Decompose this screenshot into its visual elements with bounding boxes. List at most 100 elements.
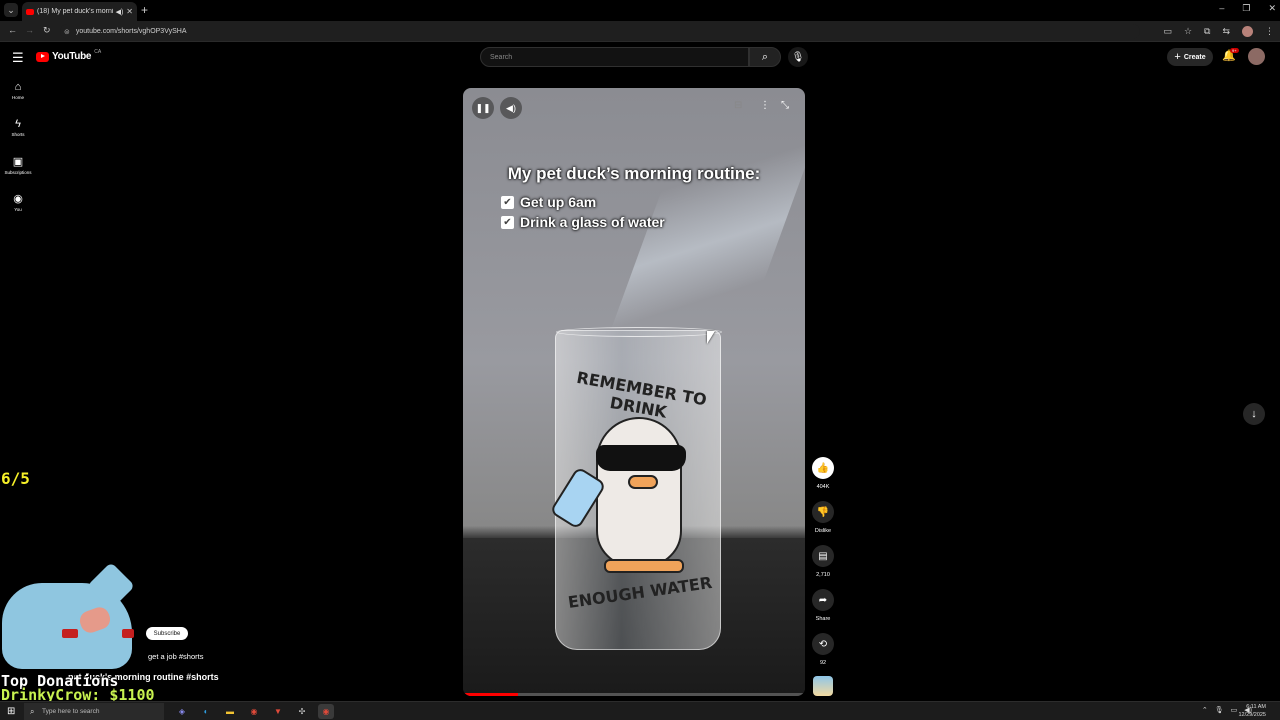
you-icon: ◉ [13,193,23,205]
taskbar-clock[interactable]: 6:11 AM 12/29/2025 [1238,703,1266,719]
new-tab-plus-icon[interactable]: + [141,3,148,17]
browser-tab-strip: ⌄ (18) My pet duck's morning... ◀) ✕ + –… [0,0,1280,21]
volume-icon: ◀) [506,102,516,113]
account-avatar[interactable] [1248,48,1265,65]
screen: { "browser": { "tab_title": "(18) My pet… [0,0,1280,720]
like-button[interactable]: 👍 404K [812,457,834,490]
sidebar-item-label: Shorts [11,132,25,137]
taskbar-apps: ◈ ◐ ▬ ◉ ▼ ✣ ◉ [174,704,334,719]
back-arrow-icon[interactable]: ← [8,25,17,35]
tab-search-chevron-icon[interactable]: ⌄ [4,3,18,17]
file-explorer-icon[interactable]: ▬ [222,704,238,719]
search-button[interactable]: ⌕ [749,47,781,67]
app-icon[interactable]: ✣ [294,704,310,719]
search-input[interactable]: Search [480,47,749,67]
sidebar-item-home[interactable]: ⌂ Home [0,81,36,100]
extensions-icon[interactable]: ⧉ [1204,26,1210,37]
pause-button[interactable]: ❚❚ [472,97,494,119]
remix-button[interactable]: ⟲ 92 [812,633,834,666]
windows-taskbar: ⊞ ⌕ Type here to search ◈ ◐ ▬ ◉ ▼ ✣ ◉ ⌃ … [0,701,1280,720]
checkbox-checked-icon: ✔ [501,215,514,229]
stream-score: 6/5 [1,469,30,488]
minimize-icon[interactable]: – [1219,3,1224,14]
browser-menu-icon[interactable]: ⋮ [1265,26,1274,37]
network-icon[interactable]: ▭ [1231,706,1238,714]
sidebar-item-label: You [14,207,22,212]
tab-title: (18) My pet duck's morning... [37,8,113,15]
sound-thumbnail[interactable] [813,676,833,696]
hamburger-menu-icon[interactable]: ☰ [12,50,24,66]
next-video-button[interactable]: ↓ [1243,403,1265,425]
close-tab-icon[interactable]: ✕ [126,7,133,16]
bookmark-star-icon[interactable]: ☆ [1184,26,1192,37]
like-count: 404K [816,484,830,490]
checklist-item-text: Get up 6am [520,194,597,210]
mouse-cursor-icon [707,331,715,344]
video-progress-fill [463,693,518,696]
create-button[interactable]: + Create [1167,48,1213,66]
dislike-label: Dislike [814,528,832,534]
duck-illustration [596,417,682,567]
volume-button[interactable]: ◀) [500,97,522,119]
taskbar-search-input[interactable]: ⌕ Type here to search [24,703,164,720]
share-button[interactable]: ➦ Share [812,589,834,622]
chrome-icon[interactable]: ◉ [246,704,262,719]
sidebar-item-you[interactable]: ◉ You [0,192,36,212]
clock-date: 12/29/2025 [1238,712,1266,718]
video-progress-bar[interactable] [463,693,805,696]
site-info-icon[interactable]: ⊜ [64,28,70,36]
reload-icon[interactable]: ↻ [43,25,51,36]
restore-icon[interactable]: ❐ [1242,3,1250,14]
sidebar-item-label: Subscriptions [4,170,32,175]
comment-count: 2,710 [816,572,830,578]
shorts-video-player[interactable]: REMEMBER TO DRINK ENOUGH WATER ❚❚ ◀) ⊟ ⋮… [463,88,805,696]
checklist-item: ✔ Get up 6am [501,194,596,210]
glass-print-bottom: ENOUGH WATER [566,572,714,613]
plus-icon: + [1174,51,1181,63]
browser-tab-active[interactable]: (18) My pet duck's morning... ◀) ✕ [22,2,137,21]
search-icon: ⌕ [30,707,35,716]
sidebar-item-subscriptions[interactable]: ▣ Subscriptions [0,155,36,175]
notification-badge: 9+ [1230,48,1239,53]
sidebar-toggle-icon[interactable]: ⇆ [1222,26,1230,37]
region-code: CA [94,48,102,55]
window-controls: – ❐ ✕ [1219,3,1276,14]
mascot-avatar [2,561,142,671]
youtube-wordmark: YouTube [52,51,92,62]
taskbar-search-placeholder: Type here to search [42,708,100,715]
pause-icon: ❚❚ [475,102,491,113]
tray-chevron-icon[interactable]: ⌃ [1202,706,1208,714]
more-options-icon[interactable]: ⋮ [760,100,770,111]
windows-start-icon[interactable]: ⊞ [7,706,15,717]
short-description[interactable]: get a job #shorts [148,652,203,661]
comment-icon: ▤ [812,545,834,567]
close-window-icon[interactable]: ✕ [1268,3,1276,14]
comments-button[interactable]: ▤ 2,710 [812,545,834,578]
fullscreen-icon[interactable]: ⤡ [781,100,789,111]
speaker-icon[interactable]: ◀) [116,8,124,16]
thumbs-down-icon: 👎 [812,501,834,523]
install-app-icon[interactable]: ▭ [1163,26,1172,37]
subscribe-button[interactable]: Subscribe [146,627,188,640]
dislike-button[interactable]: 👎 Dislike [812,501,834,534]
profile-avatar[interactable] [1242,26,1253,37]
microphone-icon: 🎙 [791,51,805,63]
remix-icon: ⟲ [812,633,834,655]
edge-icon[interactable]: ◐ [198,704,214,719]
app-icon[interactable]: ▼ [270,704,286,719]
youtube-favicon-icon [26,8,34,15]
microphone-icon[interactable]: 🎙 [1215,706,1224,714]
remix-count: 92 [819,660,827,666]
copilot-icon[interactable]: ◈ [174,704,190,719]
mascot-eye [62,629,78,638]
captions-icon[interactable]: ⊟ [734,100,742,111]
voice-search-button[interactable]: 🎙 [788,47,808,67]
chrome-active-icon[interactable]: ◉ [318,704,334,719]
sidebar-item-shorts[interactable]: ϟ Shorts [0,118,36,137]
youtube-logo[interactable]: YouTube CA [36,48,102,62]
url-field[interactable]: ⊜ youtube.com/shorts/vghOP3VySHA [60,24,1140,39]
thumbs-up-icon: 👍 [812,457,834,479]
search-icon: ⌕ [761,50,769,63]
url-text: youtube.com/shorts/vghOP3VySHA [75,28,187,35]
forward-arrow-icon[interactable]: → [25,25,34,35]
